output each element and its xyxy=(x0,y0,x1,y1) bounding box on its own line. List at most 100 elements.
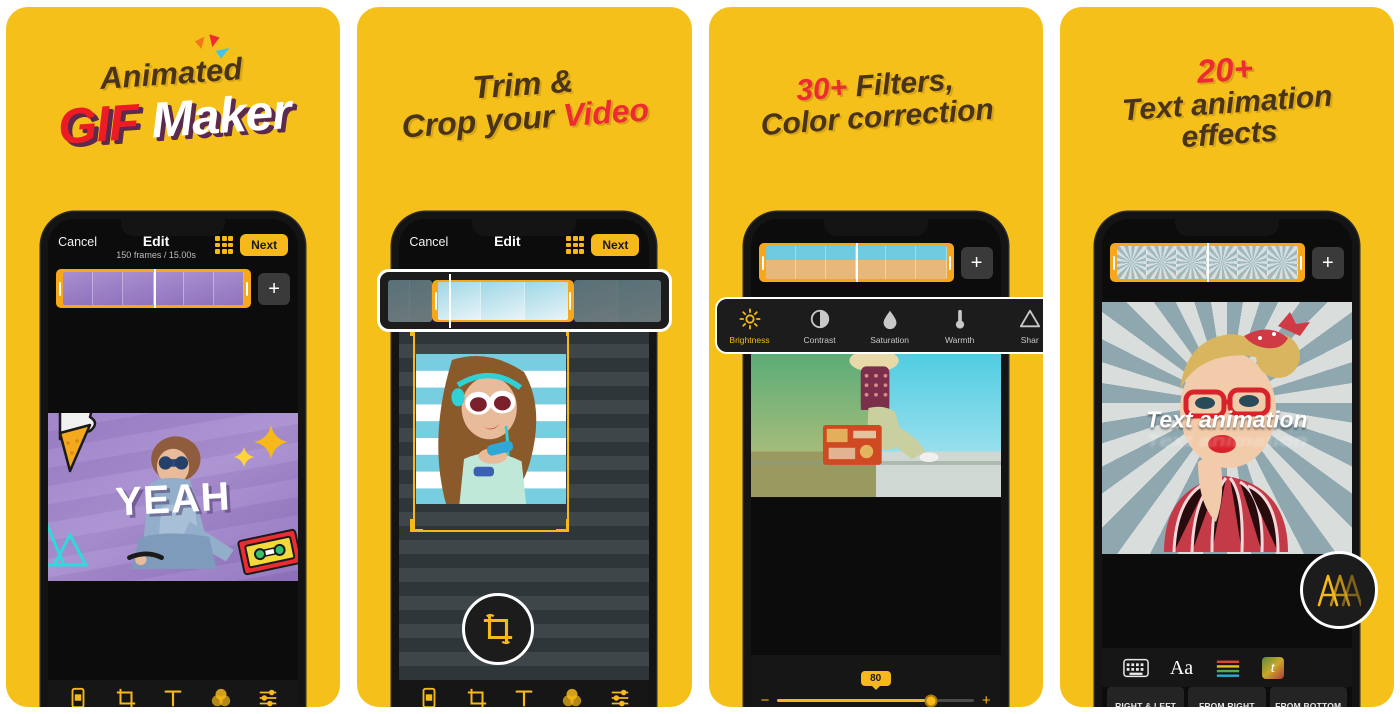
thermometer-icon xyxy=(955,309,964,329)
adjustment-saturation[interactable]: Saturation xyxy=(861,308,919,345)
editor-toolbar-2: Canvas Crop Text Filter xyxy=(399,680,650,707)
adjustment-warmth[interactable]: Warmth xyxy=(931,308,989,345)
add-clip-button[interactable]: + xyxy=(1311,246,1344,279)
adjustment-popover[interactable]: Brightness Contrast Saturation Warmth Sh… xyxy=(714,297,1043,354)
trim-handle-left[interactable] xyxy=(59,281,62,296)
adjustment-sharpen[interactable]: Shar xyxy=(1001,308,1043,345)
timeline-row-1: + xyxy=(48,265,298,314)
cancel-button[interactable]: Cancel xyxy=(58,235,97,249)
trim-handle-right[interactable] xyxy=(568,291,571,310)
tool-canvas[interactable]: Canvas xyxy=(55,687,101,707)
trim-handle-right[interactable] xyxy=(1299,255,1302,270)
adjustment-label: Shar xyxy=(1020,335,1039,345)
sun-icon xyxy=(738,308,761,330)
sharpen-icon xyxy=(1019,309,1040,328)
crop-tool-highlight-ring[interactable] xyxy=(462,593,535,665)
tool-canvas[interactable]: Canvas xyxy=(406,687,452,707)
tool-filter[interactable]: Filter xyxy=(549,687,595,707)
mountains-icon xyxy=(48,523,89,567)
panel-2-headline: Trim & Crop your Video xyxy=(357,7,691,208)
trim-handle-left[interactable] xyxy=(434,291,437,310)
adjustment-label: Warmth xyxy=(944,335,975,345)
animation-aaa-icon xyxy=(1317,574,1361,607)
editor-toolbar-1: Canvas Crop Text Filter xyxy=(48,680,299,707)
tool-text[interactable]: Text xyxy=(501,687,547,707)
headline-line-20plus: 20+ xyxy=(1195,48,1254,90)
cancel-button[interactable]: Cancel xyxy=(409,235,448,249)
headline-line-crop: Crop your Video xyxy=(401,91,651,144)
animation-from-right[interactable]: FROM RIGHT xyxy=(1188,687,1266,707)
timeline-row-3: + xyxy=(751,239,1001,288)
trim-handle-right[interactable] xyxy=(948,255,951,270)
sparkle-small-icon xyxy=(234,447,255,467)
headline-line-effects: effects xyxy=(1180,115,1279,155)
animation-from-bottom[interactable]: FROM BOTTOM xyxy=(1269,687,1347,707)
timeline-trim-callout[interactable] xyxy=(377,269,672,332)
animation-tool-highlight-ring[interactable] xyxy=(1300,551,1378,629)
adjustment-contrast[interactable]: Contrast xyxy=(791,308,849,345)
headline-word-video: Video xyxy=(562,91,651,134)
screenshot-panel-1: Animated GIF Maker Cancel Edit 150 frame… xyxy=(6,7,341,707)
text-style-icon[interactable]: t xyxy=(1261,657,1284,679)
playhead[interactable] xyxy=(153,269,156,308)
crop-corner-bl[interactable] xyxy=(410,519,424,532)
color-bars-icon[interactable] xyxy=(1215,658,1241,678)
add-clip-button[interactable]: + xyxy=(258,272,291,305)
tool-text[interactable]: Text xyxy=(150,687,196,707)
adjust-icon xyxy=(260,689,277,707)
adjustment-brightness[interactable]: Brightness xyxy=(721,308,779,345)
adjust-slider-knob[interactable] xyxy=(924,694,938,707)
crop-corner-br[interactable] xyxy=(556,519,570,532)
canvas-text-overlay[interactable]: Text animation xyxy=(1146,407,1307,434)
playhead[interactable] xyxy=(856,243,859,282)
filter-icon xyxy=(562,688,582,707)
headline-word-maker: Maker xyxy=(149,82,293,149)
add-clip-button[interactable]: + xyxy=(960,246,993,279)
next-button[interactable]: Next xyxy=(240,234,289,256)
animation-right-and-left[interactable]: RIGHT & LEFT xyxy=(1106,687,1185,707)
playhead[interactable] xyxy=(1207,243,1210,282)
trim-handle-left[interactable] xyxy=(1112,255,1115,270)
tool-adjust[interactable]: Adj xyxy=(597,687,643,707)
decrease-button[interactable]: − xyxy=(761,693,770,707)
grid-icon[interactable] xyxy=(566,236,585,254)
trim-handle-left[interactable] xyxy=(761,255,764,270)
crop-overlay-frame[interactable] xyxy=(413,326,570,532)
playhead[interactable] xyxy=(448,273,451,328)
app-store-screenshot-gallery: Animated GIF Maker Cancel Edit 150 frame… xyxy=(0,0,1400,714)
timeline-strip[interactable] xyxy=(56,269,252,308)
increase-button[interactable]: + xyxy=(982,693,991,707)
frame-count-label: 150 frames / 15.00s xyxy=(116,250,196,260)
canvas-text-overlay[interactable]: YEAH xyxy=(114,475,231,526)
screenshot-panel-4: 20+ Text animation effects + Text animat… xyxy=(1059,7,1394,707)
adjust-controls-3: 80 − + Original BT 1 BT 2 BT 3 BT 4 B xyxy=(750,655,1001,707)
headline-word-30plus: 30+ xyxy=(794,71,848,108)
animation-preset-grid: RIGHT & LEFT FROM RIGHT FROM BOTTOM UP &… xyxy=(1102,687,1352,707)
tool-crop[interactable]: Crop xyxy=(454,687,500,707)
panel-1-headline: Animated GIF Maker xyxy=(6,7,340,208)
tool-filter[interactable]: Filter xyxy=(198,687,244,707)
timeline-strip[interactable] xyxy=(758,243,954,282)
phone-screen-1: Cancel Edit 150 frames / 15.00s Next + Y… xyxy=(48,219,299,707)
keyboard-icon[interactable] xyxy=(1122,658,1149,678)
phone-notch xyxy=(1174,219,1279,236)
trim-handle-right[interactable] xyxy=(246,281,249,296)
editor-canvas-1[interactable]: YEAH xyxy=(48,314,299,680)
panel-4-headline: 20+ Text animation effects xyxy=(1060,7,1394,208)
canvas-purple-bike: YEAH xyxy=(48,413,299,581)
phone-notch xyxy=(121,219,226,236)
tool-adjust[interactable]: Adj xyxy=(245,687,291,707)
timeline-strip[interactable] xyxy=(1109,243,1305,282)
canvas-icon xyxy=(71,687,85,707)
grid-icon[interactable] xyxy=(215,236,234,254)
phone-notch xyxy=(823,219,928,236)
adjust-icon xyxy=(611,689,628,707)
ice-cream-cone-icon xyxy=(58,413,97,473)
screenshot-panel-2: Trim & Crop your Video Cancel Edit Next xyxy=(357,7,692,707)
text-icon xyxy=(164,690,182,707)
font-icon[interactable]: Aa xyxy=(1170,658,1193,678)
adjust-slider[interactable] xyxy=(777,694,974,707)
next-button[interactable]: Next xyxy=(591,234,640,256)
phone-mockup-3: + 80 − + xyxy=(743,212,1008,707)
tool-crop[interactable]: Crop xyxy=(103,687,149,707)
